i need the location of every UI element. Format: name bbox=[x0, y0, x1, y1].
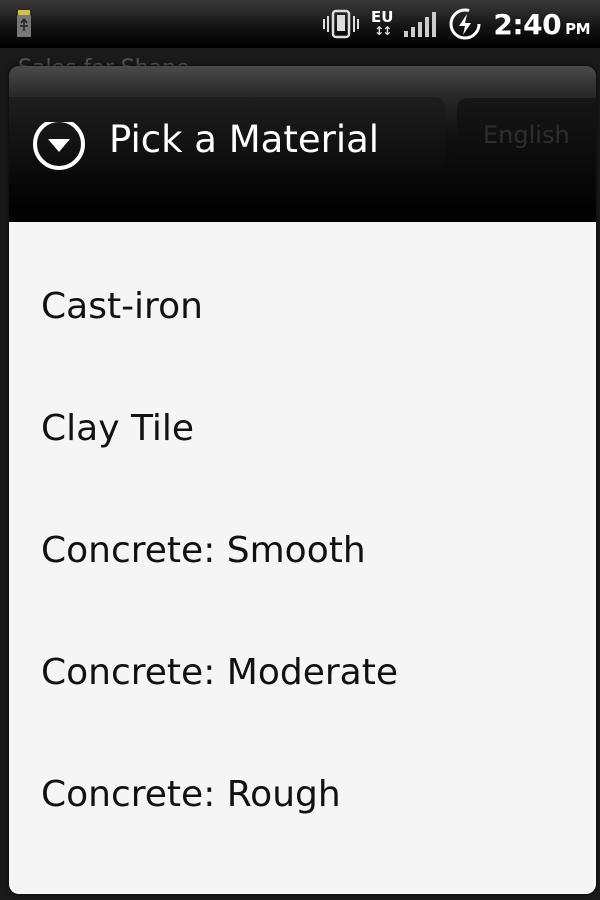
clock-time: 2:40 bbox=[493, 7, 562, 41]
dialog-header: English Pick a Material bbox=[9, 66, 596, 222]
list-item[interactable]: Clay Tile bbox=[9, 367, 596, 489]
list-item[interactable]: Concrete: Rough bbox=[9, 733, 596, 855]
language-button: English bbox=[457, 98, 596, 172]
network-type-label: EU bbox=[370, 8, 394, 26]
status-bar: EU ↕↕ 2:40 PM bbox=[0, 0, 600, 48]
material-picker-dialog: English Pick a Material Cast-iron Clay T… bbox=[9, 66, 596, 894]
clock: 2:40 PM bbox=[493, 8, 590, 41]
clock-ampm: PM bbox=[565, 19, 590, 38]
usb-debug-icon bbox=[14, 6, 34, 42]
screen: Sales for Shape EU ↕↕ bbox=[0, 0, 600, 900]
material-list: Cast-iron Clay Tile Concrete: Smooth Con… bbox=[9, 222, 596, 894]
list-item[interactable]: Concrete: Smooth bbox=[9, 489, 596, 611]
list-item[interactable]: Cast-iron bbox=[9, 245, 596, 367]
network-type-icon: EU ↕↕ bbox=[370, 8, 394, 39]
charging-sync-icon bbox=[447, 6, 483, 42]
list-item[interactable]: Concrete: Moderate bbox=[9, 611, 596, 733]
vibrate-icon bbox=[321, 6, 361, 42]
dialog-title: Pick a Material bbox=[109, 118, 380, 161]
data-activity-icon: ↕↕ bbox=[374, 24, 392, 38]
signal-bars-icon bbox=[403, 9, 437, 39]
dropdown-circle-icon bbox=[31, 118, 87, 178]
